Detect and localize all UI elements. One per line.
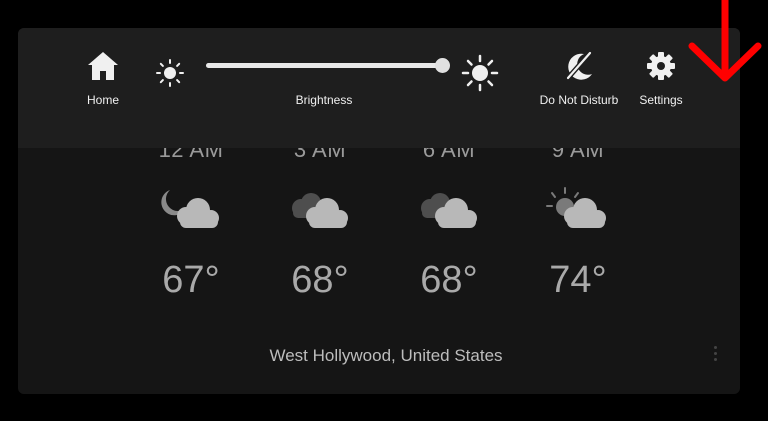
cloudy-icon	[292, 193, 348, 228]
home-label: Home	[86, 93, 119, 107]
night-cloudy-icon	[161, 190, 219, 228]
forecast-temperature: 67°	[162, 259, 220, 301]
forecast-column: 3 AM 68°	[255, 136, 385, 302]
forecast-column: 12 AM 67°	[126, 136, 256, 302]
more-options-icon[interactable]	[714, 346, 718, 366]
settings-label: Settings	[639, 93, 683, 107]
forecast-temperature: 68°	[291, 259, 349, 301]
location-label: West Hollywood, United States	[269, 346, 503, 365]
forecast-temperature: 74°	[549, 259, 607, 301]
cloudy-icon	[421, 193, 477, 228]
brightness-slider[interactable]	[206, 58, 450, 73]
do-not-disturb-button[interactable]: Do Not Disturb	[534, 50, 624, 107]
partly-sunny-icon	[546, 187, 606, 228]
brightness-slider-fill	[206, 63, 442, 68]
forecast-column: 6 AM 68°	[384, 136, 514, 302]
do-not-disturb-label: Do Not Disturb	[539, 93, 619, 107]
gear-icon	[647, 52, 675, 80]
brightness-slider-thumb[interactable]	[434, 58, 450, 73]
brightness-low-icon[interactable]	[155, 58, 185, 88]
forecast-temperature: 68°	[420, 259, 478, 301]
brightness-label: Brightness	[295, 93, 353, 107]
forecast-column: 9 AM 74°	[513, 136, 643, 302]
brightness-high-icon[interactable]	[461, 54, 499, 92]
swipe-down-arrow-icon	[688, 0, 762, 82]
do-not-disturb-icon	[566, 51, 592, 80]
home-button[interactable]: Home	[80, 50, 126, 107]
echo-show-screen: 12 AM 67° 3 AM 68° 6 AM 68° 9 AM 74° Wes…	[18, 28, 740, 394]
home-icon	[88, 52, 118, 80]
settings-button[interactable]: Settings	[634, 50, 688, 107]
quick-settings-panel: Home Brightness Do Not Disturb Settings	[18, 28, 740, 148]
